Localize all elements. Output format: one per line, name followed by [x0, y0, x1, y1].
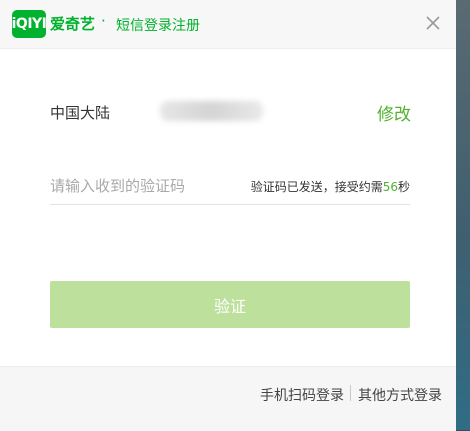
close-icon: [426, 16, 440, 30]
footer-divider: [350, 385, 351, 401]
code-sent-hint-suffix: 秒: [397, 180, 410, 194]
verification-code-row: 验证码已发送，接受约需56秒: [50, 170, 410, 205]
dialog-footer: 手机扫码登录 其他方式登录: [0, 366, 456, 431]
brand-name: 爱奇艺: [50, 15, 96, 33]
verify-button[interactable]: 验证: [50, 281, 410, 328]
sms-login-dialog: iQIYI 爱奇艺 · 短信登录注册 中国大陆 修改 验证码已发送，接受约需56…: [0, 0, 456, 431]
code-sent-hint-prefix: 验证码已发送，接受约需: [250, 180, 383, 194]
code-sent-hint: 验证码已发送，接受约需56秒: [251, 178, 410, 195]
masked-phone-number: [160, 101, 263, 121]
verification-code-input[interactable]: [50, 170, 240, 202]
countdown-seconds: 56: [382, 180, 398, 194]
dialog-title: 短信登录注册: [116, 18, 200, 34]
close-button[interactable]: [421, 11, 445, 35]
edit-phone-link[interactable]: 修改: [377, 100, 411, 125]
qr-login-link[interactable]: 手机扫码登录: [260, 385, 344, 405]
page-background-edge: [456, 0, 470, 430]
dialog-header: iQIYI 爱奇艺 · 短信登录注册: [0, 0, 456, 49]
title-separator: ·: [101, 12, 106, 30]
other-login-link[interactable]: 其他方式登录: [358, 385, 442, 405]
region-label: 中国大陆: [50, 104, 111, 122]
iqiyi-logo-icon: iQIYI: [12, 10, 47, 38]
